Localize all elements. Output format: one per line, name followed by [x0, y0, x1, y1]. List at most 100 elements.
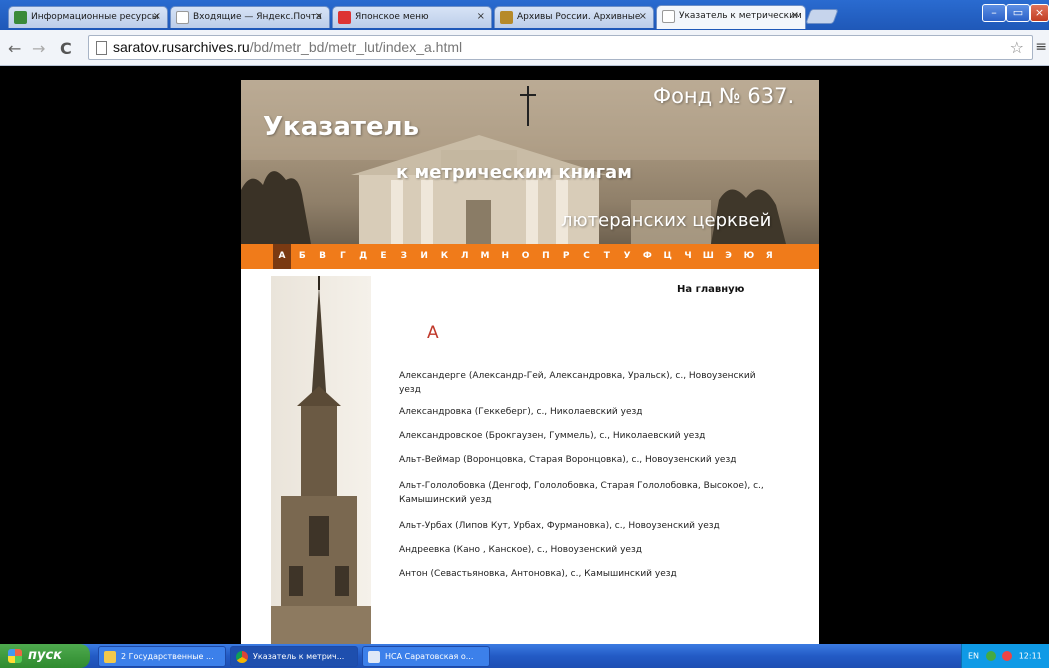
alphabet-letter-3[interactable]: В — [314, 244, 332, 269]
list-item[interactable]: Альт-Урбах (Липов Кут, Урбах, Фурмановка… — [399, 519, 779, 533]
page-container: Фонд № 637. Указатель к метрическим книг… — [241, 80, 819, 644]
alphabet-letter-6[interactable]: Е — [375, 244, 393, 269]
letter-heading: А — [427, 323, 439, 343]
alphabet-letter-4[interactable]: Г — [334, 244, 352, 269]
church-tower-photo — [271, 276, 371, 644]
close-icon[interactable]: × — [639, 11, 647, 22]
alphabet-letter-22[interactable]: Ш — [699, 244, 717, 269]
maximize-button[interactable]: ▭ — [1006, 4, 1030, 22]
tab-label: Указатель к метрическим — [679, 11, 802, 21]
tab-label: Информационные ресурсы — [31, 12, 159, 22]
list-item[interactable]: Александерге (Александр-Гей, Александров… — [399, 369, 779, 397]
alphabet-letter-8[interactable]: И — [415, 244, 433, 269]
url-text: saratov.rusarchives.ru/bd/metr_bd/metr_l… — [113, 39, 462, 55]
browser-tab-strip: Информационные ресурсы × Входящие — Янде… — [0, 0, 1049, 30]
alphabet-letter-24[interactable]: Ю — [740, 244, 758, 269]
bookmark-star-icon[interactable]: ☆ — [1010, 38, 1024, 57]
close-icon[interactable]: × — [315, 11, 323, 22]
taskbar: пуск 2 Государственные ... Указатель к м… — [0, 644, 1049, 668]
banner-title: Указатель — [263, 112, 420, 142]
reload-button[interactable]: C — [60, 39, 72, 58]
language-indicator[interactable]: EN — [968, 652, 979, 661]
list-item[interactable]: Альт-Гололобовка (Денгоф, Гололобовка, С… — [399, 479, 779, 507]
banner-subtitle-1: к метрическим книгам — [396, 162, 632, 183]
task-label: Указатель к метрич... — [253, 652, 345, 661]
alphabet-letter-9[interactable]: К — [435, 244, 453, 269]
browser-toolbar: ← → C saratov.rusarchives.ru/bd/metr_bd/… — [0, 30, 1049, 66]
alphabet-letter-7[interactable]: З — [395, 244, 413, 269]
tab-label: Входящие — Яндекс.Почта — [193, 12, 322, 22]
site-icon — [338, 11, 351, 24]
alphabet-letter-10[interactable]: Л — [456, 244, 474, 269]
alphabet-letter-25[interactable]: Я — [760, 244, 778, 269]
alphabet-letter-5[interactable]: Д — [354, 244, 372, 269]
page-icon — [96, 41, 107, 55]
list-item[interactable]: Александровка (Геккеберг), с., Николаевс… — [399, 405, 779, 419]
close-window-button[interactable]: × — [1030, 4, 1049, 22]
network-icon[interactable] — [985, 651, 996, 661]
alphabet-letter-12[interactable]: Н — [496, 244, 514, 269]
list-item[interactable]: Андреевка (Кано , Канское), с., Новоузен… — [399, 543, 779, 557]
task-folder[interactable]: 2 Государственные ... — [98, 646, 226, 667]
url-path: /bd/metr_bd/metr_lut/index_a.html — [249, 39, 463, 55]
task-label: 2 Государственные ... — [121, 652, 214, 661]
list-item[interactable]: Антон (Севастьяновка, Антоновка), с., Ка… — [399, 567, 779, 581]
church-tower-image — [271, 276, 371, 644]
task-nsa[interactable]: НСА Саратовская о... — [362, 646, 490, 667]
minimize-button[interactable]: – — [982, 4, 1006, 22]
clock[interactable]: 12:11 — [1019, 652, 1042, 661]
system-tray: EN 12:11 — [961, 644, 1049, 668]
alphabet-letter-1[interactable]: А — [273, 244, 291, 269]
tab-info-resources[interactable]: Информационные ресурсы × — [8, 6, 168, 28]
main-content: На главную А Александерге (Александр-Гей… — [371, 269, 819, 644]
address-bar[interactable]: saratov.rusarchives.ru/bd/metr_bd/metr_l… — [88, 35, 1033, 60]
forward-button[interactable]: → — [32, 39, 45, 58]
home-link[interactable]: На главную — [677, 284, 744, 295]
task-label: НСА Саратовская о... — [385, 652, 474, 661]
task-chrome[interactable]: Указатель к метрич... — [230, 646, 358, 667]
windows-logo-icon — [8, 649, 22, 663]
close-icon[interactable]: × — [791, 10, 799, 21]
alphabet-letter-11[interactable]: М — [476, 244, 494, 269]
alphabet-letter-14[interactable]: П — [537, 244, 555, 269]
alphabet-letter-2[interactable]: Б — [293, 244, 311, 269]
tab-label: Архивы России. Архивные — [517, 12, 641, 22]
alphabet-letter-23[interactable]: Э — [720, 244, 738, 269]
alphabet-letter-17[interactable]: Т — [598, 244, 616, 269]
alphabet-letter-20[interactable]: Ц — [659, 244, 677, 269]
alphabet-letter-19[interactable]: Ф — [638, 244, 656, 269]
list-item[interactable]: Александровское (Брокгаузен, Гуммель), с… — [399, 429, 779, 443]
document-icon — [368, 651, 380, 663]
site-icon — [14, 11, 27, 24]
chrome-icon — [236, 651, 248, 663]
close-icon[interactable]: × — [477, 11, 485, 22]
url-host: saratov.rusarchives.ru — [113, 39, 250, 55]
tab-index-metric-books[interactable]: Указатель к метрическим × — [656, 5, 806, 29]
alphabet-letter-18[interactable]: У — [618, 244, 636, 269]
page-icon — [662, 10, 675, 23]
banner-subtitle-2: лютеранских церквей — [561, 210, 772, 231]
alphabet-letter-16[interactable]: С — [578, 244, 596, 269]
alphabet-letter-13[interactable]: О — [517, 244, 535, 269]
close-icon[interactable]: × — [153, 11, 161, 22]
site-icon — [500, 11, 513, 24]
alphabet-nav: АБВГДЕЗИКЛМНОПРСТУФЦЧШЭЮЯ — [241, 244, 819, 269]
start-label: пуск — [28, 648, 62, 663]
header-banner: Фонд № 637. Указатель к метрическим книг… — [241, 80, 819, 244]
back-button[interactable]: ← — [8, 39, 21, 58]
folder-icon — [104, 651, 116, 663]
new-tab-button[interactable] — [805, 9, 839, 24]
menu-icon[interactable]: ≡ — [1035, 39, 1047, 55]
web-viewport: Фонд № 637. Указатель к метрическим книг… — [0, 67, 1049, 644]
fond-number: Фонд № 637. — [653, 84, 795, 108]
tab-label: Японское меню — [355, 12, 429, 22]
mail-icon — [176, 11, 189, 24]
tab-archives-russia[interactable]: Архивы России. Архивные × — [494, 6, 654, 28]
alphabet-letter-15[interactable]: Р — [557, 244, 575, 269]
alphabet-letter-21[interactable]: Ч — [679, 244, 697, 269]
tab-japanese-menu[interactable]: Японское меню × — [332, 6, 492, 28]
start-button[interactable]: пуск — [0, 644, 90, 668]
antivirus-icon[interactable] — [1002, 651, 1013, 661]
tab-yandex-mail[interactable]: Входящие — Яндекс.Почта × — [170, 6, 330, 28]
list-item[interactable]: Альт-Веймар (Воронцовка, Старая Воронцов… — [399, 453, 779, 467]
